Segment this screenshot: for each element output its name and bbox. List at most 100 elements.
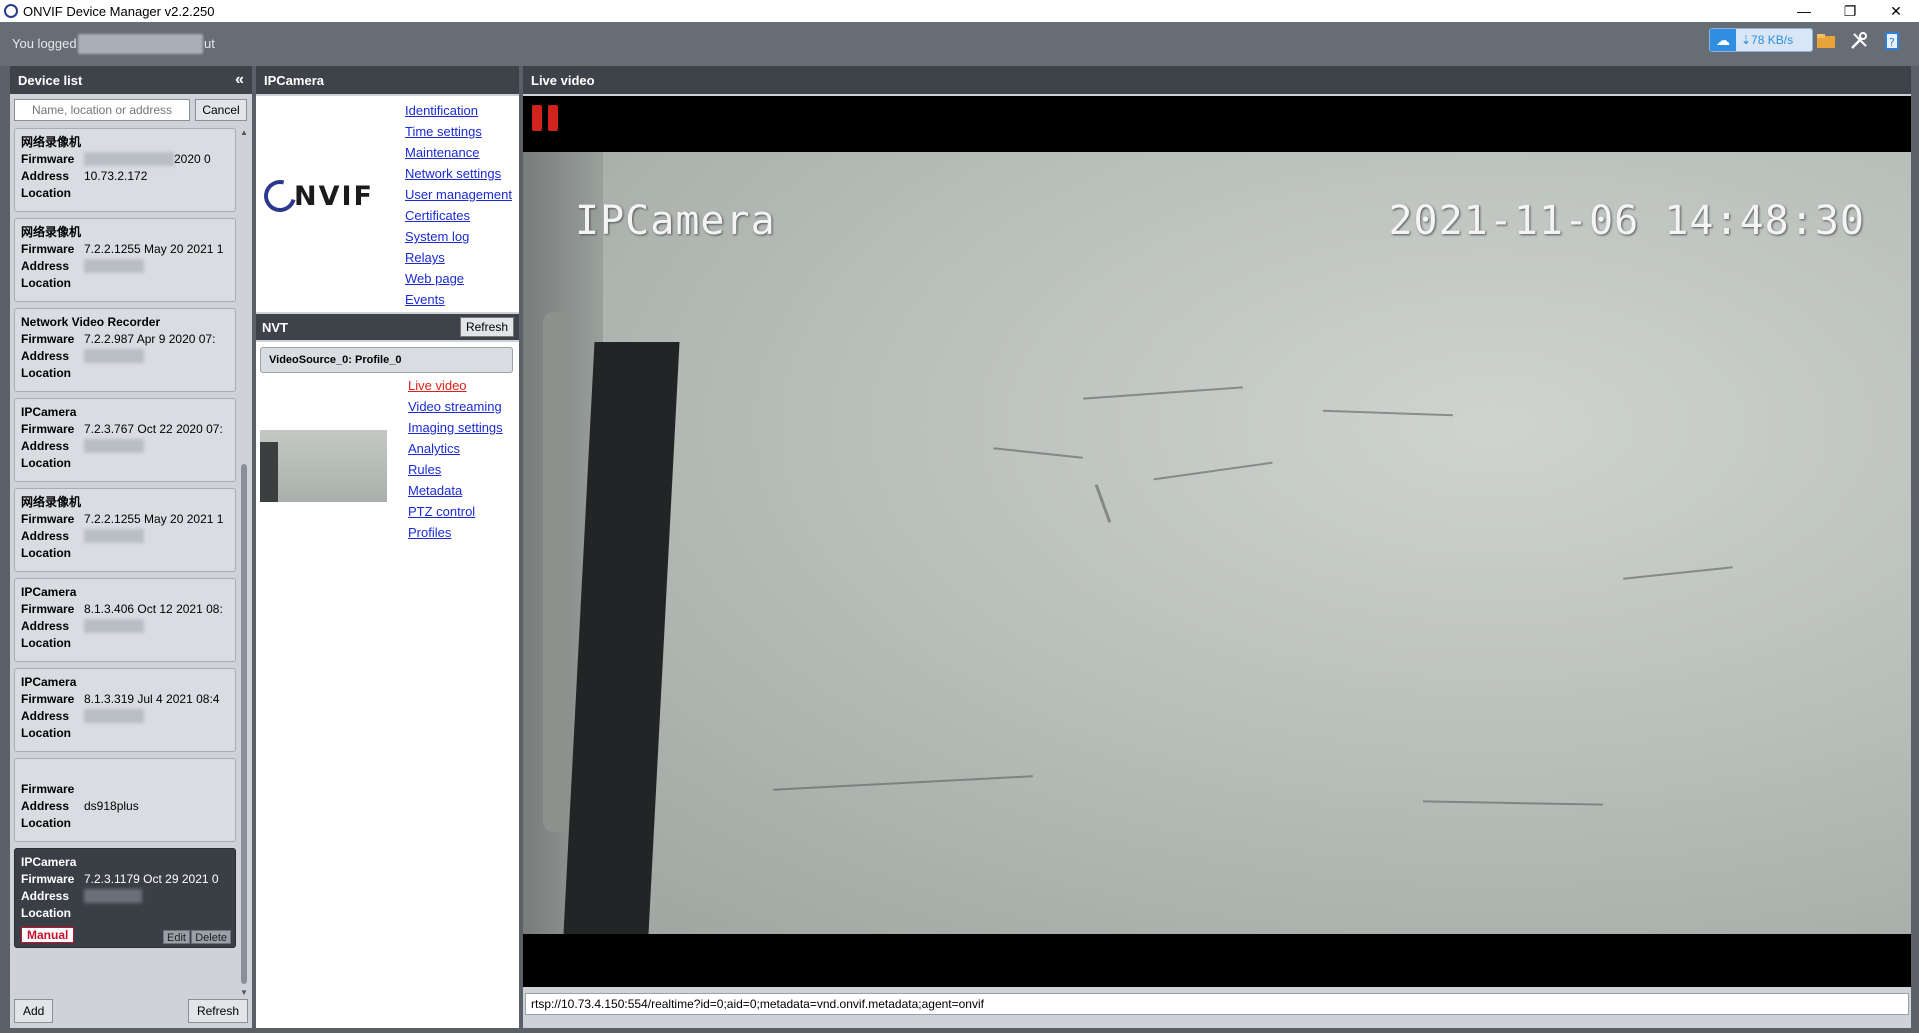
video-thumbnail[interactable]: [260, 430, 387, 502]
device-card[interactable]: IPCamera Firmware 7.2.3.767 Oct 22 2020 07…: [14, 398, 236, 482]
link-ptz-control[interactable]: PTZ control: [408, 501, 503, 522]
field-label: Location: [21, 546, 71, 560]
device-name: 网络录像机: [21, 135, 82, 149]
device-card[interactable]: 网络录像机 Firmware 7.2.2.1255 May 20 2021 1 Add…: [14, 488, 236, 572]
collapse-icon[interactable]: «: [235, 71, 244, 89]
field-label: Address: [21, 259, 70, 273]
device-name: [21, 763, 229, 781]
device-name: IPCamera: [21, 855, 77, 869]
field-label: Location: [21, 456, 71, 470]
redacted-value: [84, 889, 142, 903]
link-certificates[interactable]: Certificates: [405, 205, 512, 226]
scroll-down-icon[interactable]: ▼: [239, 988, 249, 998]
device-card[interactable]: Firmware Address ds918plus Location: [14, 758, 236, 842]
delete-device-button[interactable]: Delete: [191, 930, 231, 944]
field-value: 10.73.2.172: [84, 169, 148, 183]
field-label: Firmware: [21, 782, 75, 796]
device-card[interactable]: 网络录像机 Firmware 2020 0 Address 10.73.2.172 Loc…: [14, 128, 236, 212]
field-label: Firmware: [21, 872, 75, 886]
field-label: Location: [21, 186, 71, 200]
window-titlebar: ONVIF Device Manager v2.2.250 — ❐ ✕: [0, 0, 1919, 22]
field-label: Firmware: [21, 512, 75, 526]
refresh-devices-button[interactable]: Refresh: [187, 999, 248, 1023]
link-time-settings[interactable]: Time settings: [405, 121, 512, 142]
field-label: Firmware: [21, 602, 75, 616]
live-video-title: Live video: [523, 66, 1911, 94]
device-search-input[interactable]: [14, 99, 190, 121]
field-label: Firmware: [21, 242, 75, 256]
link-metadata[interactable]: Metadata: [408, 480, 503, 501]
field-label: Firmware: [21, 422, 75, 436]
link-user-management[interactable]: User management: [405, 184, 512, 205]
field-label: Location: [21, 726, 71, 740]
device-card[interactable]: IPCamera Firmware 8.1.3.406 Oct 12 2021 08…: [14, 578, 236, 662]
field-value: ds918plus: [84, 799, 139, 813]
edit-device-button[interactable]: Edit: [163, 930, 190, 944]
device-card[interactable]: 网络录像机 Firmware 7.2.2.1255 May 20 2021 1 Add…: [14, 218, 236, 302]
field-value: 8.1.3.406 Oct 12 2021 08:: [84, 602, 223, 616]
link-video-streaming[interactable]: Video streaming: [408, 396, 503, 417]
redacted-value: [84, 152, 174, 166]
field-label: Firmware: [21, 692, 75, 706]
link-relays[interactable]: Relays: [405, 247, 512, 268]
network-speed: ⇣78 KB/s: [1741, 33, 1794, 47]
link-live-video[interactable]: Live video: [408, 375, 503, 396]
logout-link[interactable]: ut: [204, 36, 215, 51]
link-rules[interactable]: Rules: [408, 459, 503, 480]
link-system-log[interactable]: System log: [405, 226, 512, 247]
tools-icon[interactable]: [1848, 31, 1870, 51]
live-video-panel: Live video IPCamera 2021-11-06 14:48:30 …: [523, 66, 1911, 1028]
redacted-value: [84, 619, 144, 633]
manual-badge: Manual: [21, 927, 75, 943]
folder-icon[interactable]: [1815, 31, 1837, 51]
network-speed-widget[interactable]: ☁ ⇣78 KB/s: [1709, 28, 1813, 52]
scroll-thumb[interactable]: [241, 464, 247, 984]
svg-text:?: ?: [1889, 36, 1895, 49]
link-network-settings[interactable]: Network settings: [405, 163, 512, 184]
minimize-button[interactable]: —: [1781, 0, 1827, 22]
field-value: 7.2.2.1255 May 20 2021 1: [84, 512, 224, 526]
device-card[interactable]: IPCamera Firmware 8.1.3.319 Jul 4 2021 08:…: [14, 668, 236, 752]
restore-button[interactable]: ❐: [1827, 0, 1873, 22]
field-value: 2020 0: [174, 152, 211, 166]
field-label: Location: [21, 366, 71, 380]
redacted-value: [84, 259, 144, 273]
field-label: Location: [21, 906, 71, 920]
device-list: 网络录像机 Firmware 2020 0 Address 10.73.2.172 Loc…: [14, 128, 236, 954]
close-button[interactable]: ✕: [1873, 0, 1919, 22]
profile-tab[interactable]: VideoSource_0: Profile_0: [260, 347, 513, 373]
field-label: Location: [21, 636, 71, 650]
nvt-refresh-button[interactable]: Refresh: [459, 317, 514, 337]
redacted-value: [84, 439, 144, 453]
video-area: IPCamera 2021-11-06 14:48:30: [523, 96, 1911, 987]
device-list-scrollbar[interactable]: ▲ ▼: [239, 128, 249, 998]
device-card-selected[interactable]: IPCamera Firmware 7.2.3.1179 Oct 29 2021 0…: [14, 848, 236, 948]
stream-url-field[interactable]: rtsp://10.73.4.150:554/realtime?id=0;aid…: [525, 993, 1909, 1015]
top-toolbar: You logged ut: [0, 22, 1919, 66]
device-card[interactable]: Network Video Recorder Firmware 7.2.2.987 …: [14, 308, 236, 392]
pause-icon[interactable]: [532, 105, 558, 131]
link-analytics[interactable]: Analytics: [408, 438, 503, 459]
link-identification[interactable]: Identification: [405, 100, 512, 121]
nvt-title: NVT: [262, 319, 288, 335]
redacted-value: [84, 709, 144, 723]
device-name: Network Video Recorder: [21, 315, 161, 329]
field-label: Address: [21, 619, 70, 633]
nvt-bar: NVT Refresh: [256, 314, 519, 340]
video-frame[interactable]: IPCamera 2021-11-06 14:48:30: [523, 152, 1911, 934]
nvt-links: Live video Video streaming Imaging setting…: [408, 375, 503, 543]
osd-camera-name: IPCamera: [575, 198, 776, 244]
cancel-search-button[interactable]: Cancel: [195, 99, 247, 121]
link-web-page[interactable]: Web page: [405, 268, 512, 289]
field-value: 7.2.2.987 Apr 9 2020 07:: [84, 332, 216, 346]
link-profiles[interactable]: Profiles: [408, 522, 503, 543]
field-label: Address: [21, 529, 70, 543]
osd-timestamp: 2021-11-06 14:48:30: [1388, 198, 1865, 244]
scroll-up-icon[interactable]: ▲: [239, 128, 249, 138]
link-imaging-settings[interactable]: Imaging settings: [408, 417, 503, 438]
cloud-icon: ☁: [1710, 29, 1736, 51]
add-device-button[interactable]: Add: [14, 999, 54, 1023]
link-events[interactable]: Events: [405, 289, 512, 310]
link-maintenance[interactable]: Maintenance: [405, 142, 512, 163]
help-book-icon[interactable]: ?: [1881, 31, 1903, 51]
